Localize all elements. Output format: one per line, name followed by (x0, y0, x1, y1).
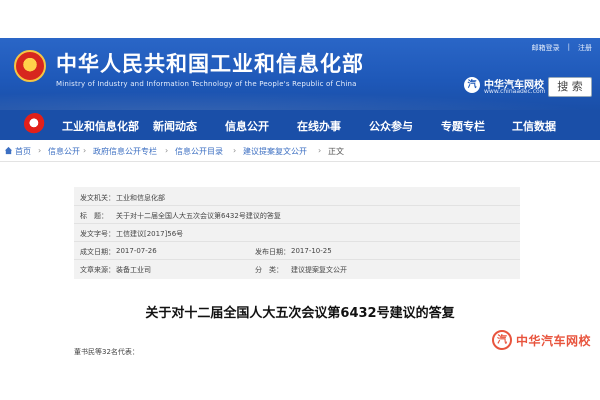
bottom-watermark: 汽 中华汽车网校 (492, 330, 600, 352)
issuer-value: 工业和信息化部 (116, 194, 165, 202)
breadcrumb-separator: › (38, 146, 42, 155)
register-link[interactable]: 注册 (578, 43, 592, 53)
nav-item-special-topics[interactable]: 专题专栏 (441, 118, 485, 134)
created-date-label: 成文日期： (80, 248, 115, 256)
created-date-value: 2017-07-26 (116, 247, 157, 255)
breadcrumb-gov-info-column[interactable]: 政府信息公开专栏 (93, 146, 157, 157)
link-separator: | (567, 43, 570, 51)
title-label: 标 题： (80, 212, 108, 220)
national-emblem-icon (14, 50, 46, 82)
watermark-logo: 汽 中华汽车网校 www.chinaadec.com (464, 76, 554, 96)
table-divider (74, 205, 520, 206)
breadcrumb-separator: › (83, 146, 87, 155)
org-english-name: Ministry of Industry and Information Tec… (56, 80, 357, 88)
home-icon (4, 146, 13, 155)
breadcrumb-separator: › (233, 146, 237, 155)
nav-item-public-participation[interactable]: 公众参与 (369, 118, 413, 134)
car-ring-icon: 汽 (492, 330, 512, 350)
top-margin (0, 0, 600, 38)
nav-item-ministry[interactable]: 工业和信息化部 (62, 118, 139, 134)
login-link[interactable]: 邮箱登录 (532, 43, 560, 53)
nav-item-online-services[interactable]: 在线办事 (297, 118, 341, 134)
doc-number-label: 发文字号： (80, 230, 115, 238)
nav-item-info-disclosure[interactable]: 信息公开 (225, 118, 269, 134)
doc-number-value: 工信建议[2017]56号 (116, 230, 184, 238)
issuer-label: 发文机关： (80, 194, 115, 202)
document-title: 关于对十二届全国人大五次会议第6432号建议的答复 (145, 306, 455, 321)
nav-item-news[interactable]: 新闻动态 (153, 118, 197, 134)
source-label: 文章来源： (80, 266, 115, 274)
category-value[interactable]: 建议提案复文公开 (291, 265, 347, 275)
search-button[interactable]: 搜 索 (548, 77, 592, 97)
breadcrumb-proposal-replies[interactable]: 建议提案复文公开 (243, 146, 307, 157)
title-value: 关于对十二届全国人大五次会议第6432号建议的答复 (116, 212, 281, 220)
watermark-url: www.chinaadec.com (484, 88, 546, 95)
bottom-margin (0, 367, 600, 400)
category-label: 分 类： (255, 266, 283, 274)
breadcrumb-info-disclosure[interactable]: 信息公开 (48, 146, 80, 157)
breadcrumb-separator: › (318, 146, 322, 155)
breadcrumb-current: 正文 (328, 147, 344, 156)
published-date-label: 发布日期： (255, 248, 290, 256)
watermark-text: 中华汽车网校 (516, 334, 592, 348)
table-divider (74, 259, 520, 260)
breadcrumb-info-catalog[interactable]: 信息公开目录 (175, 146, 223, 157)
document-salutation: 董书民等32名代表： (74, 348, 139, 356)
published-date-value: 2017-10-25 (291, 247, 332, 255)
breadcrumb-home[interactable]: 首页 (15, 146, 31, 157)
breadcrumb-separator: › (165, 146, 169, 155)
table-divider (74, 241, 520, 242)
org-title: 中华人民共和国工业和信息化部 (56, 52, 364, 76)
nav-item-data[interactable]: 工信数据 (512, 118, 556, 134)
car-badge-icon: 汽 (464, 77, 480, 93)
table-divider (74, 223, 520, 224)
source-value: 装备工业司 (116, 266, 151, 274)
site-logo-icon[interactable] (24, 113, 46, 135)
top-links: 邮箱登录 | 注册 (532, 43, 592, 53)
